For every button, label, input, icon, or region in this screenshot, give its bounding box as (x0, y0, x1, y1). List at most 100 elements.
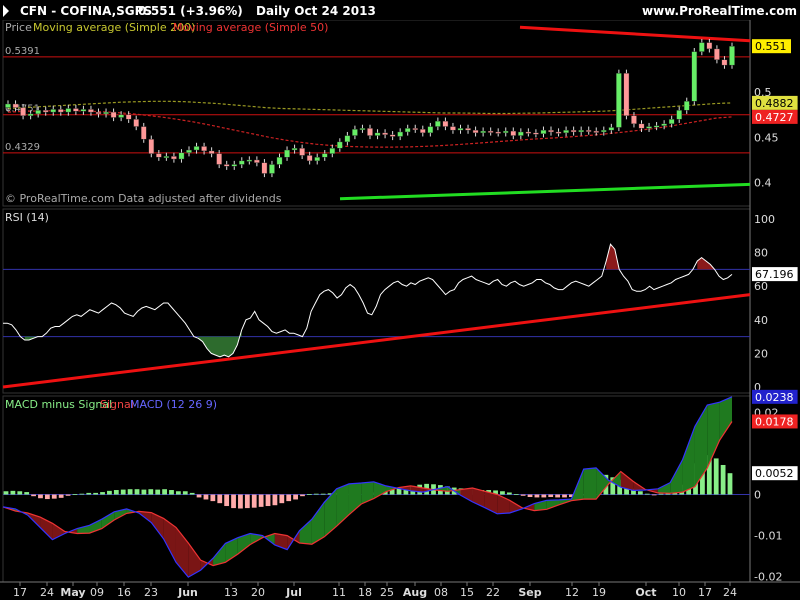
candle-body (578, 129, 584, 133)
macd-hist-bar (175, 491, 181, 495)
candle-body (510, 130, 517, 136)
candle-body (404, 128, 411, 133)
chart-canvas[interactable]: CFN - COFINA,SGPS0.551 (+3.96%) Daily Oct… (0, 0, 800, 600)
x-axis-label: Jun (177, 586, 198, 599)
candle-body (721, 59, 728, 66)
macd-hist-bar (658, 493, 664, 495)
candle-body (284, 149, 290, 158)
ma50-tag: 0.4727 (752, 109, 798, 124)
candle-body (419, 129, 426, 134)
candle-body (125, 114, 132, 120)
candle-body (27, 113, 34, 116)
candle-body (238, 160, 245, 165)
candle-body (570, 129, 577, 133)
x-axis-label: 19 (592, 586, 606, 599)
candle-body (706, 42, 713, 50)
symbol-title: CFN - COFINA,SGPS (20, 4, 152, 18)
candle-body (50, 109, 57, 113)
macd-hist-bar (148, 489, 154, 495)
macd-hist-bar (555, 494, 561, 498)
price-candle (729, 42, 735, 69)
candle-body (691, 51, 698, 102)
candle-body (608, 127, 615, 131)
candle-body (344, 135, 351, 143)
period-date: Daily Oct 24 2013 (256, 4, 376, 18)
candle-body (548, 129, 554, 133)
candle-body (631, 115, 637, 125)
candle-body (661, 123, 667, 126)
x-axis-label: 12 (565, 586, 579, 599)
candle-body (133, 119, 140, 127)
candle-body (178, 152, 185, 160)
price-candle (691, 47, 698, 105)
candle-body (533, 132, 539, 135)
candle-body (472, 129, 479, 134)
x-axis-label: 25 (380, 586, 394, 599)
price-axis-label: 0.4 (754, 177, 772, 190)
candle-body (683, 101, 690, 111)
macd-hist-bar (251, 494, 257, 508)
candle-body (208, 150, 215, 154)
rsi-panel[interactable] (2, 208, 751, 394)
macd-hist-bar (44, 494, 50, 500)
candle-body (186, 149, 192, 153)
candle-body (201, 146, 207, 152)
hist-value-tag-text: 0.0052 (755, 467, 794, 480)
x-axis-label: 10 (672, 586, 686, 599)
macd-hist-bar (169, 490, 174, 495)
candle-body (171, 156, 177, 160)
x-axis-label: Oct (635, 586, 656, 599)
rsi-value-tag-text: 67.196 (755, 268, 794, 281)
price-change: 0.551 (+3.96%) (138, 4, 243, 18)
macd-hist-bar (265, 494, 271, 507)
candle-body (397, 131, 403, 137)
macd-hist-bar (120, 489, 126, 495)
candle-body (555, 131, 562, 134)
macd-hist-bar (306, 494, 312, 495)
candle-body (676, 110, 683, 120)
candle-body (585, 129, 592, 132)
x-axis-label: 11 (332, 586, 346, 599)
candle-body (246, 159, 253, 162)
x-axis-label: 20 (251, 586, 265, 599)
candle-body (450, 126, 456, 131)
candle-body (646, 126, 652, 129)
macd-hist-bar (107, 490, 112, 495)
candle-body (487, 130, 494, 133)
macd-axis-label: -0.02 (754, 571, 782, 584)
candle-body (231, 164, 238, 167)
hist-value-tag: 0.0052 (752, 466, 798, 481)
rsi-axis-label: 80 (754, 247, 768, 260)
candle-body (103, 111, 109, 115)
macd-hist-bar (300, 494, 305, 497)
macd-hist-bar (162, 489, 167, 495)
candle-body (502, 130, 509, 134)
candle-body (254, 159, 260, 163)
macd-value-tag: 0.0238 (752, 389, 798, 404)
macd-hist-bar (86, 492, 92, 495)
x-axis-label: 24 (40, 586, 54, 599)
price-footer: © ProRealTime.com Data adjusted after di… (5, 192, 282, 205)
macd-hist-bar (17, 491, 23, 495)
candle-body (276, 157, 283, 165)
macd-hist-bar (548, 494, 554, 498)
macd-hist-bar (100, 492, 105, 495)
candle-body (306, 155, 313, 162)
candle-body (382, 132, 388, 135)
candle-body (337, 141, 343, 149)
candle-body (156, 153, 162, 158)
macd-hist-bar (727, 473, 733, 495)
candle-body (73, 108, 79, 112)
macd-hist-bar (562, 494, 567, 498)
candle-body (374, 132, 381, 136)
macd-hist-bar (203, 494, 209, 500)
candle-body (367, 128, 373, 136)
macd-hist-bar (224, 494, 230, 507)
candle-body (668, 119, 675, 125)
candle-body (593, 130, 600, 133)
candle-body (42, 110, 49, 113)
x-axis-label: Sep (518, 586, 541, 599)
macd-hist-bar (534, 494, 540, 498)
candle-body (163, 156, 170, 159)
x-axis-label: May (60, 586, 85, 599)
